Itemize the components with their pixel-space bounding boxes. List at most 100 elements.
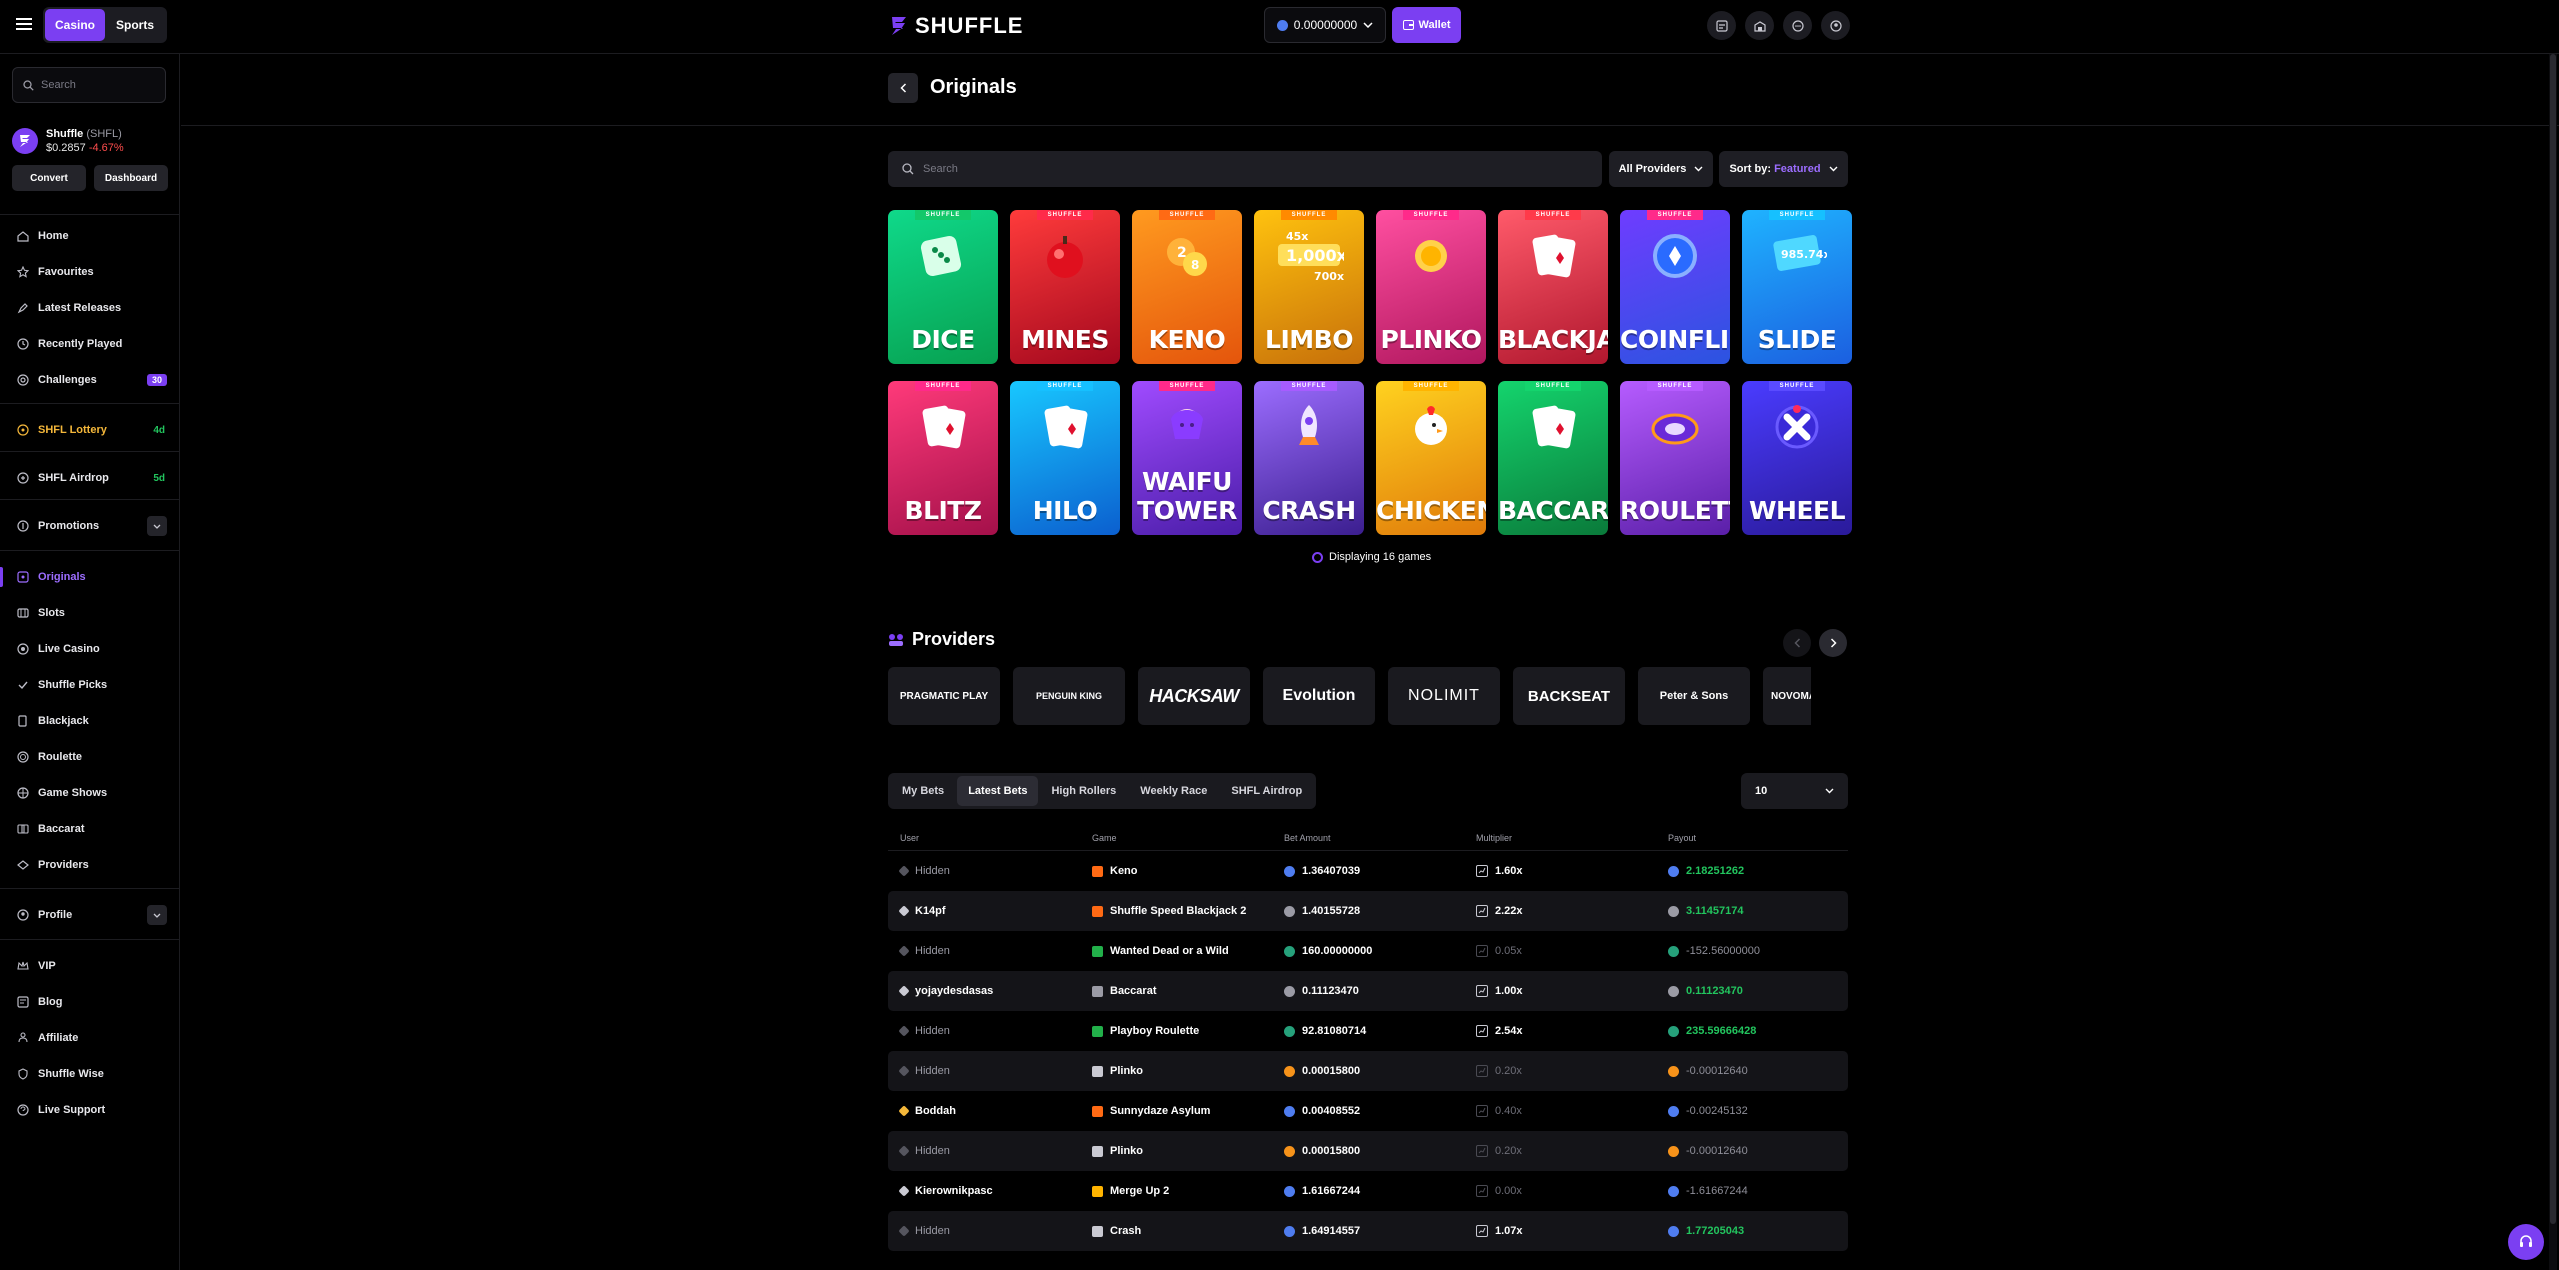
sidebar-item-shuffle-wise[interactable]: Shuffle Wise: [0, 1058, 179, 1090]
sidebar-item-baccarat[interactable]: Baccarat: [0, 813, 179, 845]
sort-dropdown[interactable]: Sort by: Featured: [1719, 151, 1848, 187]
vault-icon[interactable]: [1745, 11, 1774, 40]
sidebar-item-promotions[interactable]: Promotions: [0, 510, 179, 542]
bet-game[interactable]: Baccarat: [1080, 985, 1272, 997]
sidebar-search-input[interactable]: Search: [12, 67, 166, 103]
game-card-hilo[interactable]: SHUFFLE HILO: [1010, 381, 1120, 535]
tab-my-bets[interactable]: My Bets: [891, 776, 955, 806]
provider-card-penguin-king[interactable]: PENGUIN KING: [1013, 667, 1125, 725]
game-card-limbo[interactable]: SHUFFLE 1,000x 45x 700x LIMBO: [1254, 210, 1364, 364]
sidebar-item-providers[interactable]: Providers: [0, 849, 179, 881]
live-support-button[interactable]: [2508, 1224, 2544, 1260]
sidebar-item-affiliate[interactable]: Affiliate: [0, 1022, 179, 1054]
sidebar-item-profile[interactable]: Profile: [0, 899, 179, 931]
promotions-expand-button[interactable]: [147, 516, 167, 536]
game-card-roulette[interactable]: SHUFFLE ROULETTE: [1620, 381, 1730, 535]
bet-game[interactable]: Shuffle Speed Blackjack 2: [1080, 905, 1272, 917]
game-card-plinko[interactable]: SHUFFLE PLINKO: [1376, 210, 1486, 364]
tab-sports[interactable]: Sports: [105, 9, 165, 41]
providers-prev-button[interactable]: [1783, 629, 1811, 657]
table-row[interactable]: Hidden Keno 1.36407039 1.60x 2.18251262: [888, 851, 1848, 891]
balance-selector[interactable]: 0.00000000: [1264, 7, 1386, 43]
sidebar-item-originals[interactable]: Originals: [0, 561, 179, 593]
page-scrollbar[interactable]: [2549, 54, 2557, 1270]
sidebar-item-live-support[interactable]: Live Support: [0, 1094, 179, 1126]
wallet-button[interactable]: Wallet: [1392, 7, 1461, 43]
table-row[interactable]: yojaydesdasas Baccarat 0.11123470 1.00x 0.11…: [888, 971, 1848, 1011]
table-row[interactable]: Hidden Crash 1.64914557 1.07x 1.77205043: [888, 1211, 1848, 1251]
sidebar-item-roulette[interactable]: Roulette: [0, 741, 179, 773]
provider-card-hacksaw[interactable]: HACKSAW: [1138, 667, 1250, 725]
scrollbar-thumb[interactable]: [2550, 54, 2556, 1224]
game-card-baccarat[interactable]: SHUFFLE BACCARAT: [1498, 381, 1608, 535]
games-search-input[interactable]: Search: [888, 151, 1602, 187]
provider-card-backseat[interactable]: BACKSEAT: [1513, 667, 1625, 725]
table-row[interactable]: Hidden Plinko 0.00015800 0.20x -0.00012640: [888, 1131, 1848, 1171]
tab-high-rollers[interactable]: High Rollers: [1040, 776, 1127, 806]
provider-card-pragmatic-play[interactable]: PRAGMATIC PLAY: [888, 667, 1000, 725]
profile-expand-button[interactable]: [147, 905, 167, 925]
table-row[interactable]: Boddah Sunnydaze Asylum 0.00408552 0.40x -0.…: [888, 1091, 1848, 1131]
providers-next-button[interactable]: [1819, 629, 1847, 657]
bet-game[interactable]: Merge Up 2: [1080, 1185, 1272, 1197]
table-row[interactable]: Hidden Wanted Dead or a Wild 160.00000000 0…: [888, 931, 1848, 971]
bet-user[interactable]: yojaydesdasas: [888, 985, 1080, 997]
convert-button[interactable]: Convert: [12, 165, 86, 191]
game-card-wheel[interactable]: SHUFFLE WHEEL: [1742, 381, 1852, 535]
logo[interactable]: SHUFFLE: [889, 13, 1023, 39]
tab-shfl-airdrop[interactable]: SHFL Airdrop: [1220, 776, 1313, 806]
game-card-crash[interactable]: SHUFFLE CRASH: [1254, 381, 1364, 535]
table-row[interactable]: Kierownikpasc Merge Up 2 1.61667244 0.00x -1…: [888, 1171, 1848, 1211]
tab-latest-bets[interactable]: Latest Bets: [957, 776, 1039, 806]
sidebar-item-shuffle-picks[interactable]: Shuffle Picks: [0, 669, 179, 701]
dashboard-button[interactable]: Dashboard: [94, 165, 168, 191]
sidebar-item-challenges[interactable]: Challenges 30: [0, 364, 179, 396]
tab-weekly-race[interactable]: Weekly Race: [1129, 776, 1218, 806]
table-row[interactable]: K14pf Shuffle Speed Blackjack 2 1.40155728…: [888, 891, 1848, 931]
provider-card-peter-sons[interactable]: Peter & Sons: [1638, 667, 1750, 725]
game-card-dice[interactable]: SHUFFLE DICE: [888, 210, 998, 364]
profile-icon[interactable]: [1821, 11, 1850, 40]
tips-icon[interactable]: [1707, 11, 1736, 40]
provider-card-nolimit[interactable]: NOLIMIT: [1388, 667, 1500, 725]
providers-filter-dropdown[interactable]: All Providers: [1609, 151, 1713, 187]
bet-user[interactable]: Boddah: [888, 1105, 1080, 1117]
provider-card-evolution[interactable]: Evolution: [1263, 667, 1375, 725]
sidebar-item-favourites[interactable]: Favourites: [0, 256, 179, 288]
bet-game[interactable]: Sunnydaze Asylum: [1080, 1105, 1272, 1117]
menu-icon[interactable]: [14, 14, 34, 34]
sidebar-item-slots[interactable]: Slots: [0, 597, 179, 629]
provider-card-novomatic[interactable]: NOVOMATIC: [1763, 667, 1811, 725]
table-row[interactable]: Hidden Plinko 0.00015800 0.20x -0.00012640: [888, 1051, 1848, 1091]
chat-icon[interactable]: [1783, 11, 1812, 40]
back-button[interactable]: [888, 73, 918, 103]
rows-count-select[interactable]: 10: [1741, 773, 1848, 809]
sidebar-item-blackjack[interactable]: Blackjack: [0, 705, 179, 737]
sidebar-item-live-casino[interactable]: Live Casino: [0, 633, 179, 665]
bet-game[interactable]: Wanted Dead or a Wild: [1080, 945, 1272, 957]
bet-game[interactable]: Keno: [1080, 865, 1272, 877]
sidebar-item-blog[interactable]: Blog: [0, 986, 179, 1018]
sidebar-item-shfl-lottery[interactable]: SHFL Lottery 4d: [0, 414, 179, 446]
sidebar-item-vip[interactable]: VIP: [0, 950, 179, 982]
sidebar-item-home[interactable]: Home: [0, 220, 179, 252]
game-card-mines[interactable]: SHUFFLE MINES: [1010, 210, 1120, 364]
game-card-waifu-tower[interactable]: SHUFFLE WAIFU TOWER: [1132, 381, 1242, 535]
bet-game[interactable]: Plinko: [1080, 1145, 1272, 1157]
bet-game[interactable]: Playboy Roulette: [1080, 1025, 1272, 1037]
sidebar-item-latest-releases[interactable]: Latest Releases: [0, 292, 179, 324]
bet-game[interactable]: Plinko: [1080, 1065, 1272, 1077]
tab-casino[interactable]: Casino: [45, 9, 105, 41]
bet-user[interactable]: Kierownikpasc: [888, 1185, 1080, 1197]
game-card-slide[interactable]: SHUFFLE 985.74x SLIDE: [1742, 210, 1852, 364]
game-card-keno[interactable]: SHUFFLE 2 8 KENO: [1132, 210, 1242, 364]
bet-game[interactable]: Crash: [1080, 1225, 1272, 1237]
sidebar-item-game-shows[interactable]: Game Shows: [0, 777, 179, 809]
sidebar-item-recently-played[interactable]: Recently Played: [0, 328, 179, 360]
sidebar-item-shfl-airdrop[interactable]: SHFL Airdrop 5d: [0, 462, 179, 494]
bet-user[interactable]: K14pf: [888, 905, 1080, 917]
game-card-coinflip[interactable]: SHUFFLE COINFLIP: [1620, 210, 1730, 364]
game-card-chicken[interactable]: SHUFFLE CHICKEN: [1376, 381, 1486, 535]
game-card-blackjack[interactable]: SHUFFLE BLACKJACK: [1498, 210, 1608, 364]
game-card-blitz[interactable]: SHUFFLE BLITZ: [888, 381, 998, 535]
